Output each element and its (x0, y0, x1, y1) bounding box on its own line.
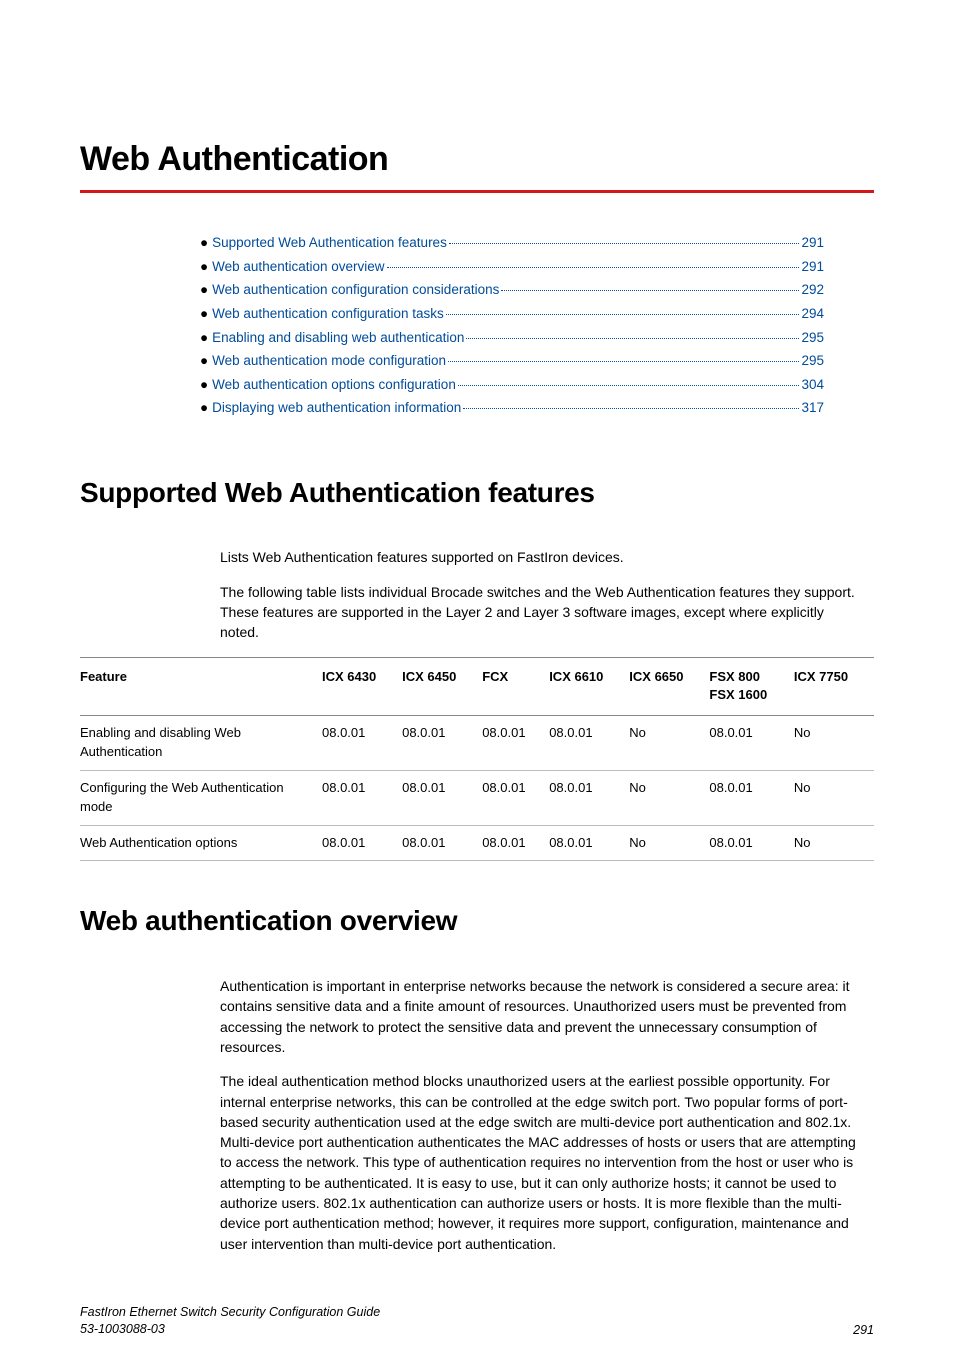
cell: 08.0.01 (549, 825, 629, 861)
toc-pagenum[interactable]: 295 (801, 328, 824, 348)
toc-entry[interactable]: ●Displaying web authentication informati… (200, 398, 824, 418)
feature-support-table: Feature ICX 6430 ICX 6450 FCX ICX 6610 I… (80, 657, 874, 862)
col-icx6610: ICX 6610 (549, 657, 629, 716)
cell: 08.0.01 (322, 716, 402, 771)
col-fcx: FCX (482, 657, 549, 716)
col-icx6450: ICX 6450 (402, 657, 482, 716)
toc-link[interactable]: Web authentication options configuration (212, 375, 456, 395)
cell-feature: Enabling and disabling Web Authenticatio… (80, 716, 322, 771)
cell: 08.0.01 (482, 716, 549, 771)
cell: 08.0.01 (709, 825, 793, 861)
footer-doc-number: 53-1003088-03 (80, 1321, 380, 1339)
toc-pagenum[interactable]: 294 (801, 304, 824, 324)
body-paragraph: Lists Web Authentication features suppor… (220, 547, 864, 567)
table-header-row: Feature ICX 6430 ICX 6450 FCX ICX 6610 I… (80, 657, 874, 716)
toc-link[interactable]: Web authentication mode configuration (212, 351, 446, 371)
toc-pagenum[interactable]: 304 (801, 375, 824, 395)
table-of-contents: ●Supported Web Authentication features29… (200, 233, 824, 418)
body-paragraph: Authentication is important in enterpris… (220, 976, 864, 1057)
cell: 08.0.01 (402, 770, 482, 825)
chapter-rule (80, 190, 874, 193)
toc-link[interactable]: Supported Web Authentication features (212, 233, 447, 253)
cell: No (794, 770, 874, 825)
toc-link[interactable]: Web authentication overview (212, 257, 384, 277)
body-paragraph: The following table lists individual Bro… (220, 582, 864, 643)
cell: 08.0.01 (322, 825, 402, 861)
cell: No (629, 825, 709, 861)
table-row: Enabling and disabling Web Authenticatio… (80, 716, 874, 771)
cell: 08.0.01 (709, 716, 793, 771)
cell: 08.0.01 (402, 716, 482, 771)
body-paragraph: The ideal authentication method blocks u… (220, 1071, 864, 1254)
footer-book-title: FastIron Ethernet Switch Security Config… (80, 1304, 380, 1322)
section-heading-overview: Web authentication overview (80, 901, 874, 942)
toc-entry[interactable]: ●Supported Web Authentication features29… (200, 233, 824, 253)
toc-link[interactable]: Web authentication configuration tasks (212, 304, 444, 324)
col-feature: Feature (80, 657, 322, 716)
toc-pagenum[interactable]: 291 (801, 233, 824, 253)
toc-entry[interactable]: ●Web authentication configuration consid… (200, 280, 824, 300)
table-row: Configuring the Web Authentication mode … (80, 770, 874, 825)
cell: 08.0.01 (549, 716, 629, 771)
cell: 08.0.01 (482, 825, 549, 861)
toc-link[interactable]: Enabling and disabling web authenticatio… (212, 328, 464, 348)
toc-pagenum[interactable]: 292 (801, 280, 824, 300)
cell: No (794, 716, 874, 771)
toc-entry[interactable]: ●Web authentication options configuratio… (200, 375, 824, 395)
toc-pagenum[interactable]: 291 (801, 257, 824, 277)
toc-link[interactable]: Displaying web authentication informatio… (212, 398, 461, 418)
toc-entry[interactable]: ●Web authentication configuration tasks2… (200, 304, 824, 324)
table-row: Web Authentication options 08.0.01 08.0.… (80, 825, 874, 861)
cell: 08.0.01 (322, 770, 402, 825)
chapter-title: Web Authentication (80, 135, 874, 184)
cell: 08.0.01 (549, 770, 629, 825)
cell: 08.0.01 (482, 770, 549, 825)
toc-entry[interactable]: ●Web authentication mode configuration29… (200, 351, 824, 371)
cell-feature: Configuring the Web Authentication mode (80, 770, 322, 825)
toc-pagenum[interactable]: 295 (801, 351, 824, 371)
cell: No (629, 716, 709, 771)
col-icx6430: ICX 6430 (322, 657, 402, 716)
cell: 08.0.01 (402, 825, 482, 861)
cell: No (629, 770, 709, 825)
col-icx7750: ICX 7750 (794, 657, 874, 716)
col-fsx: FSX 800FSX 1600 (709, 657, 793, 716)
footer-page-number: 291 (853, 1321, 874, 1339)
col-icx6650: ICX 6650 (629, 657, 709, 716)
cell-feature: Web Authentication options (80, 825, 322, 861)
toc-pagenum[interactable]: 317 (801, 398, 824, 418)
cell: 08.0.01 (709, 770, 793, 825)
section-heading-supported-features: Supported Web Authentication features (80, 473, 874, 514)
cell: No (794, 825, 874, 861)
toc-entry[interactable]: ●Web authentication overview291 (200, 257, 824, 277)
toc-entry[interactable]: ●Enabling and disabling web authenticati… (200, 328, 824, 348)
toc-link[interactable]: Web authentication configuration conside… (212, 280, 499, 300)
page-footer: FastIron Ethernet Switch Security Config… (80, 1304, 874, 1369)
